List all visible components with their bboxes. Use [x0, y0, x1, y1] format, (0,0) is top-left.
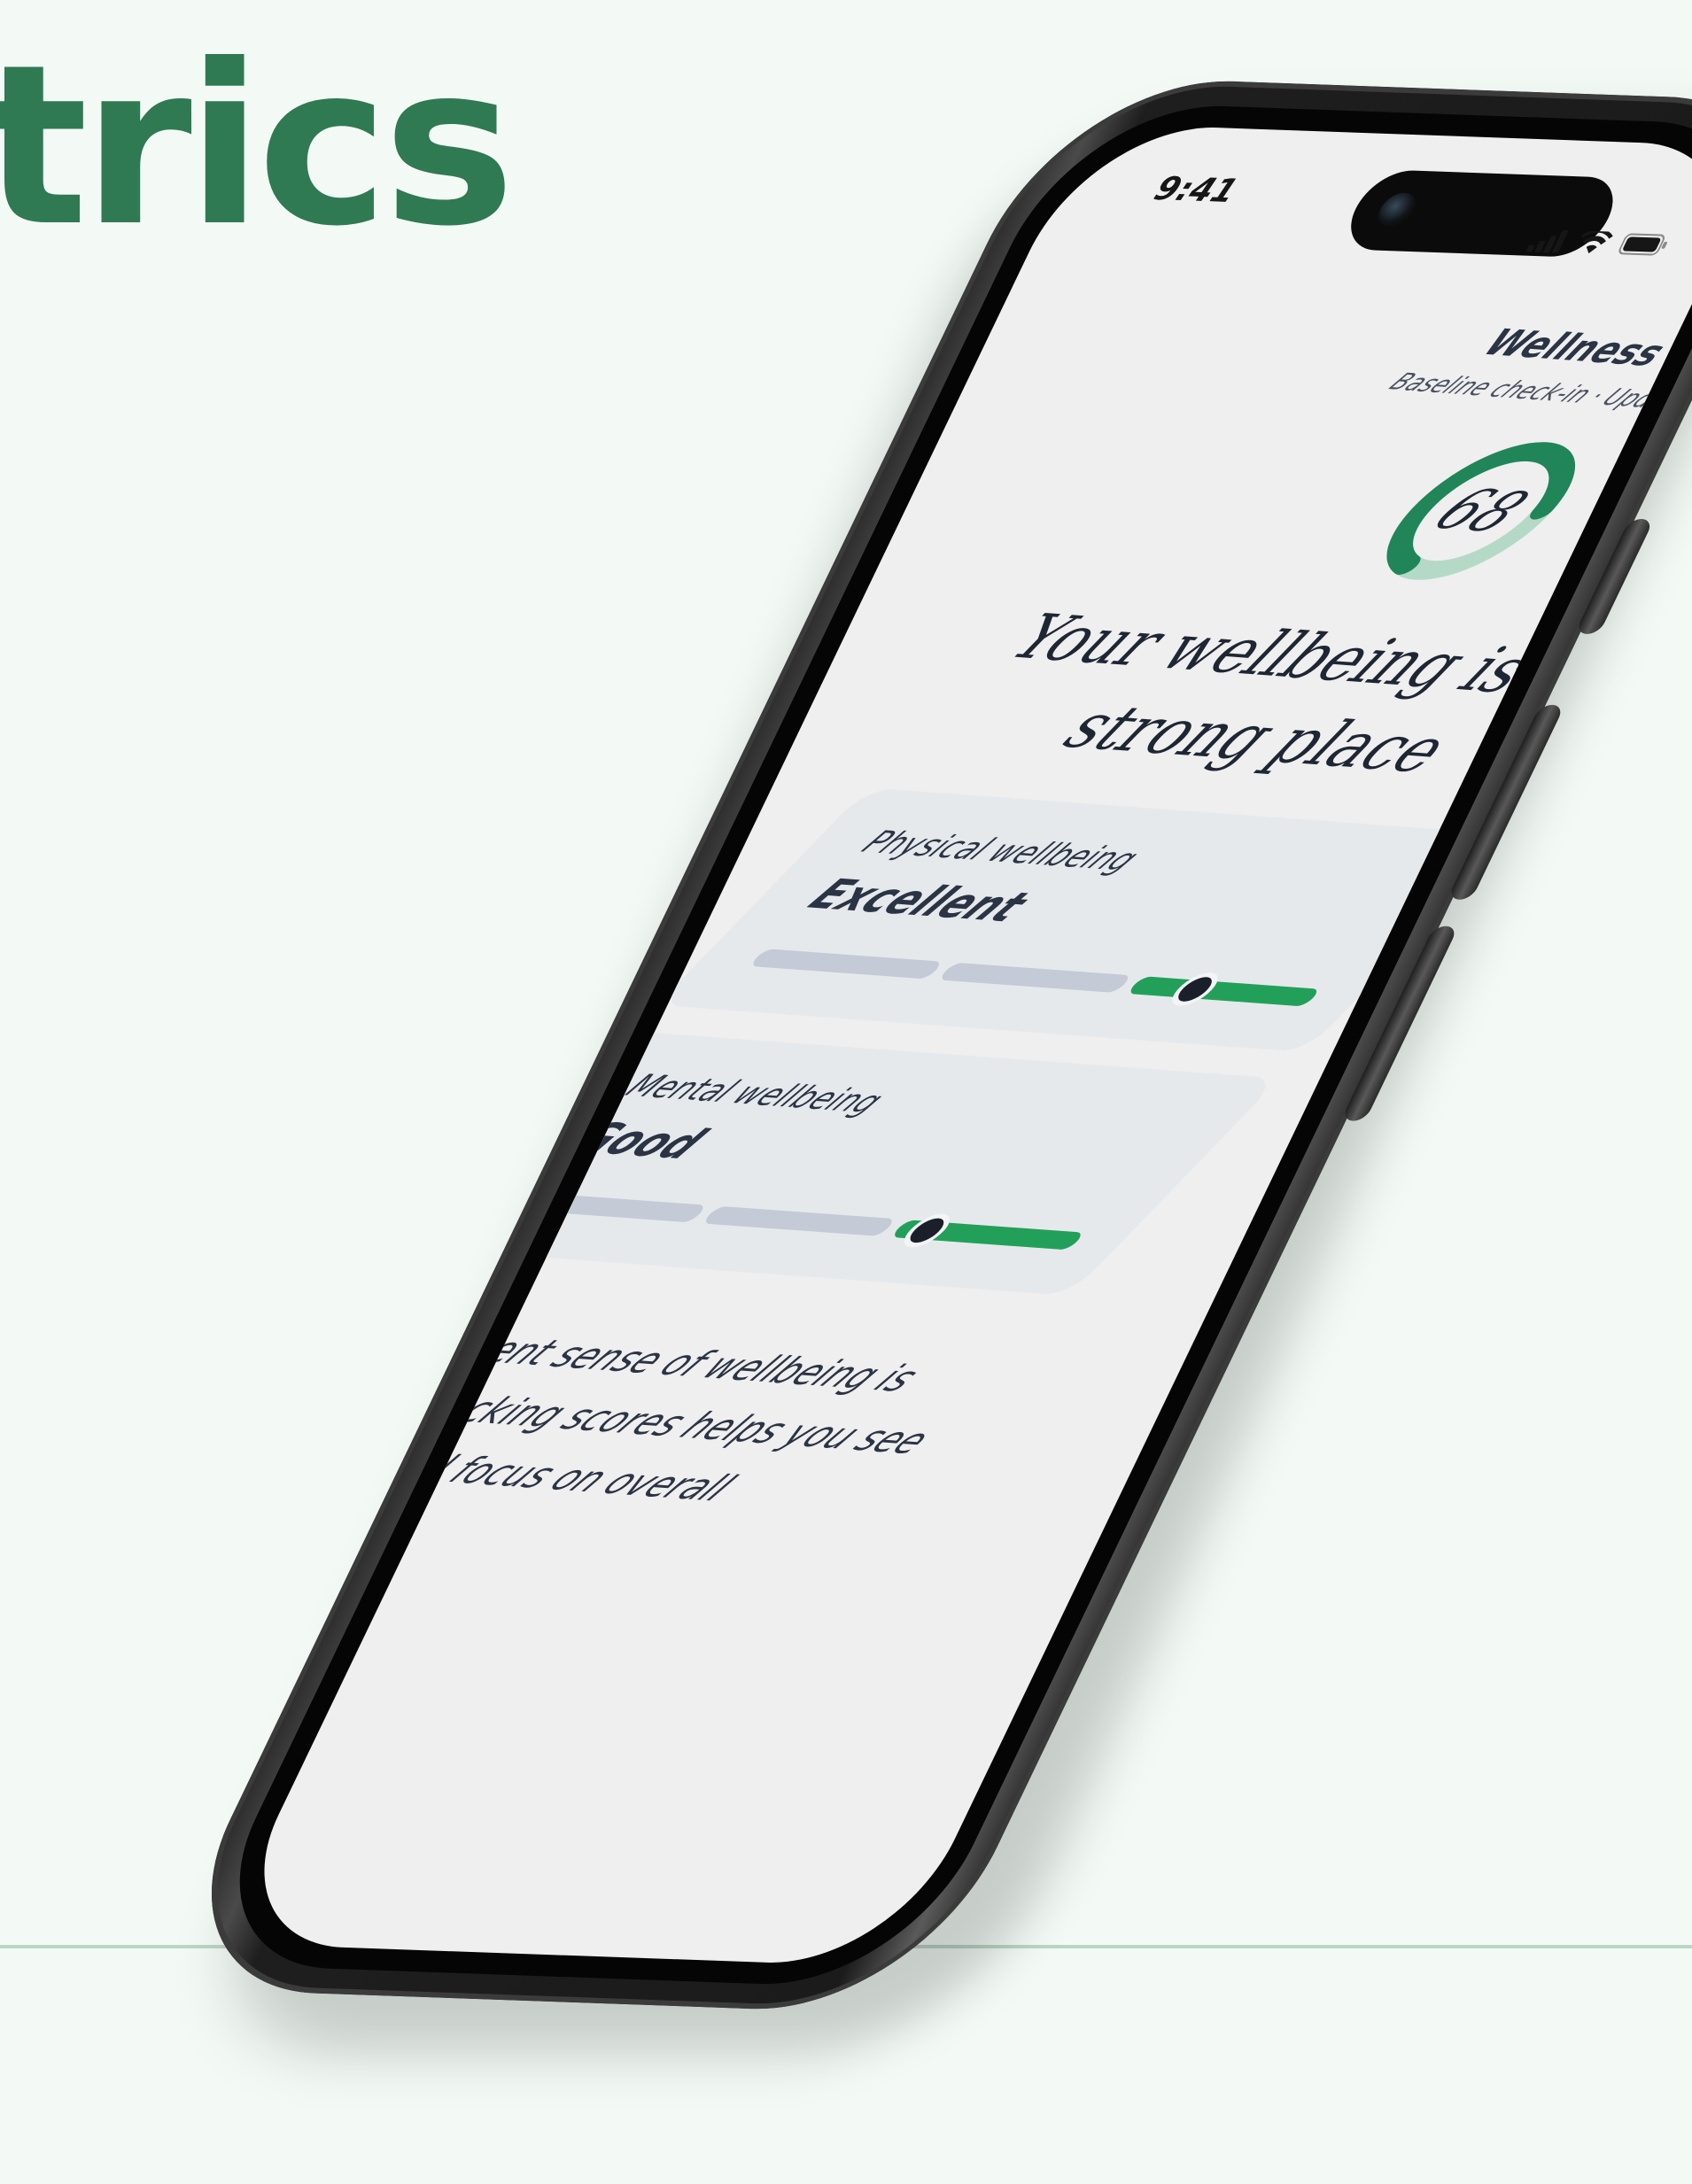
phone-frame: 9:41 Wellness score Baseline check-in · … [149, 75, 1692, 2015]
phone-mockup: 9:41 Wellness score Baseline check-in · … [142, 71, 1692, 2108]
meter-segment [936, 962, 1133, 994]
mental-meter-knob [895, 1212, 959, 1249]
phone-screen: 9:41 Wellness score Baseline check-in · … [216, 123, 1692, 1967]
mental-wellbeing-meter [511, 1191, 1086, 1251]
app-content: Wellness score Baseline check-in · Updat… [217, 123, 1692, 1967]
score-ring: 68 [1338, 432, 1624, 591]
wellbeing-summary: Your current sense of wellbeing is stron… [216, 1319, 942, 1543]
physical-meter-knob [1162, 972, 1228, 1007]
mental-wellbeing-label: Mental wellbeing [616, 1067, 894, 1121]
phone-bezel: 9:41 Wellness score Baseline check-in · … [185, 101, 1692, 1989]
stage: trics 9:41 Wellness score Baseline check… [0, 0, 1692, 2184]
meter-segment-active [1126, 972, 1322, 1007]
physical-wellbeing-value: Excellent [796, 869, 1042, 932]
physical-wellbeing-card[interactable]: Physical wellbeing Excellent [656, 787, 1517, 1053]
score-value: 68 [1416, 476, 1546, 546]
meter-segment [701, 1205, 897, 1236]
meter-segment [512, 1192, 709, 1223]
mental-wellbeing-value: Good [560, 1112, 719, 1169]
physical-wellbeing-label: Physical wellbeing [851, 824, 1149, 879]
meter-segment [748, 949, 944, 980]
status-time: 9:41 [1148, 170, 1244, 210]
meter-segment-active [889, 1212, 1086, 1251]
physical-wellbeing-meter [748, 948, 1323, 1007]
mental-wellbeing-card[interactable]: Mental wellbeing Good [420, 1031, 1281, 1297]
